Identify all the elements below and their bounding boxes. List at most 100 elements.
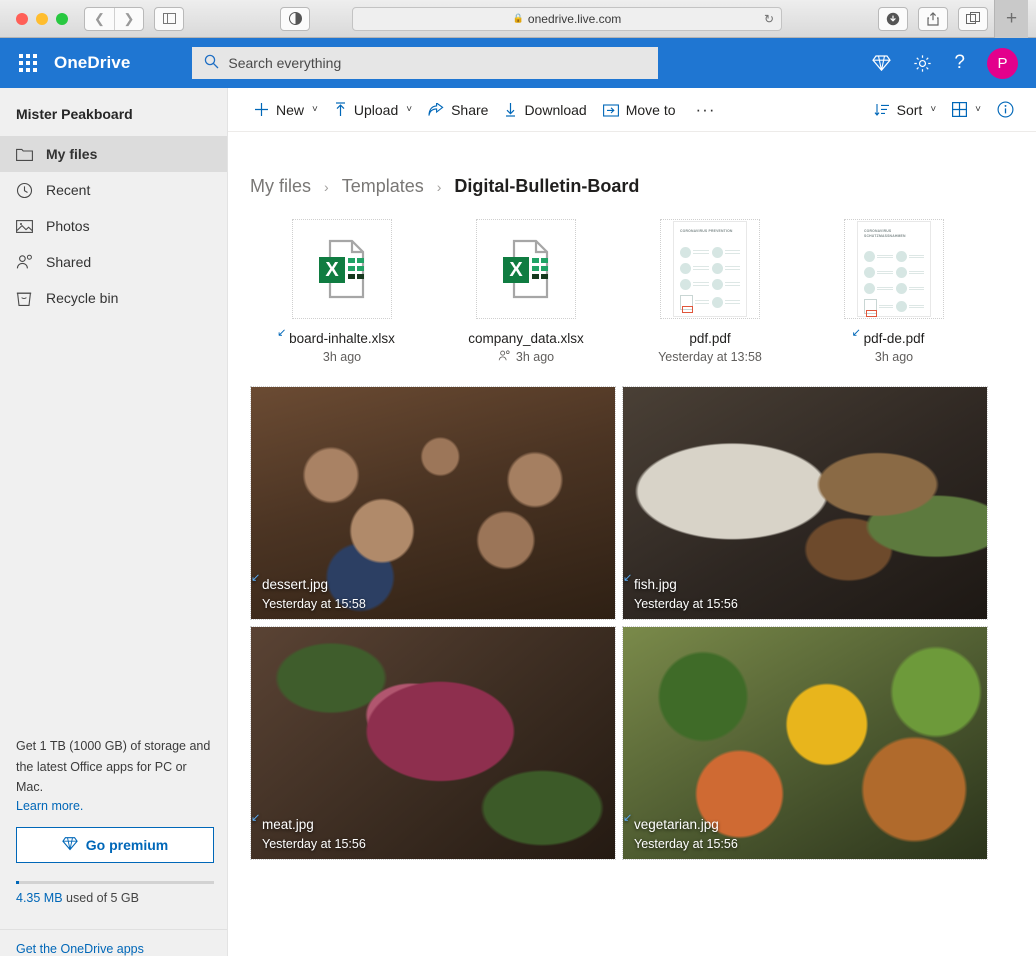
account-name: Mister Peakboard (16, 106, 133, 122)
app-shell: Mister Peakboard My files Recent Photos … (0, 88, 1036, 956)
breadcrumb-item-my-files[interactable]: My files (250, 176, 311, 197)
upload-button[interactable]: Upload ˅ (326, 95, 420, 125)
svg-text:X: X (325, 259, 339, 281)
address-bar-area: 🔒 onedrive.live.com ↻ (184, 6, 868, 31)
image-caption: ↙ meat.jpg Yesterday at 15:56 (251, 812, 366, 851)
image-caption: ↙ vegetarian.jpg Yesterday at 15:56 (623, 812, 738, 851)
pdf-preview-rows (864, 251, 924, 318)
more-commands-button[interactable]: ··· (684, 95, 728, 125)
file-meta: 3h ago (498, 350, 554, 364)
brand-title[interactable]: OneDrive (54, 53, 130, 73)
file-modified-text: Yesterday at 13:58 (658, 350, 762, 364)
help-question-icon[interactable]: ? (954, 52, 965, 74)
sort-label: Sort (896, 101, 923, 118)
file-modified-text: 3h ago (322, 350, 362, 364)
avatar[interactable]: P (987, 47, 1018, 79)
settings-gear-icon[interactable] (913, 54, 932, 73)
learn-more-link[interactable]: Learn more. (16, 799, 83, 813)
premium-diamond-icon (61, 836, 78, 854)
view-switcher-button[interactable]: ˅ (944, 95, 989, 125)
file-tile[interactable]: CORONAVIRUS SCHUTZMASSNAHMEN ↙ pdf-de.pd… (802, 219, 986, 364)
sidebar-item-label: Photos (46, 218, 90, 234)
go-premium-button[interactable]: Go premium (16, 827, 214, 863)
storage-total-text: used of 5 GB (62, 891, 139, 905)
file-name-text: company_data.xlsx (468, 331, 584, 346)
sort-button[interactable]: Sort ˅ (866, 95, 945, 125)
file-meta: 3h ago (875, 350, 913, 364)
window-traffic-lights[interactable] (16, 12, 68, 25)
share-button[interactable]: Share (420, 95, 496, 125)
premium-diamond-icon[interactable] (872, 54, 892, 72)
upload-label: Upload (353, 101, 399, 118)
sidebar-item-label: Recycle bin (46, 290, 119, 306)
breadcrumb-separator: › (324, 178, 329, 195)
tab-overview-icon[interactable] (958, 6, 988, 31)
image-tile[interactable]: ↙ vegetarian.jpg Yesterday at 15:56 (622, 626, 988, 860)
shared-people-icon (498, 350, 511, 364)
file-thumbnail: CORONAVIRUS PREVENTION (660, 219, 760, 319)
file-name-text: pdf-de.pdf (863, 331, 925, 346)
sidebar-item-shared[interactable]: Shared (0, 244, 227, 280)
close-window-button[interactable] (16, 12, 28, 25)
share-icon (428, 102, 444, 117)
breadcrumb-separator: › (436, 178, 442, 195)
minimize-window-button[interactable] (36, 12, 48, 25)
app-launcher-icon[interactable] (12, 47, 44, 79)
pdf-preview: CORONAVIRUS PREVENTION (673, 221, 747, 317)
sidebar-toggle-icon[interactable] (154, 6, 184, 31)
sidebar-item-photos[interactable]: Photos (0, 208, 227, 244)
photo-icon (16, 219, 42, 234)
sync-arrow-icon: ↙ (851, 327, 861, 339)
people-icon (16, 254, 42, 270)
image-tile[interactable]: ↙ dessert.jpg Yesterday at 15:58 (250, 386, 616, 620)
file-tile[interactable]: CORONAVIRUS PREVENTION pdf.pdf Yesterday… (618, 219, 802, 364)
pdf-doc-glyph-icon (864, 299, 877, 318)
sidebar-item-recent[interactable]: Recent (0, 172, 227, 208)
file-name-text: pdf.pdf (689, 331, 731, 346)
image-tile[interactable]: ↙ fish.jpg Yesterday at 15:56 (622, 386, 988, 620)
file-meta: Yesterday at 13:58 (658, 350, 762, 364)
storage-progress-bar (16, 881, 214, 884)
clock-icon (16, 182, 42, 199)
forward-chevron-icon[interactable]: ❯ (114, 7, 143, 30)
reader-contrast-icon[interactable] (280, 6, 310, 31)
chevron-down-icon: ˅ (930, 104, 937, 115)
browser-nav-group[interactable]: ❮ ❯ (84, 6, 144, 31)
info-pane-button[interactable] (989, 95, 1022, 125)
image-tile-grid: ↙ dessert.jpg Yesterday at 15:58 ↙ fish.… (228, 364, 1036, 860)
new-button[interactable]: New ˅ (246, 95, 326, 125)
image-tile[interactable]: ↙ meat.jpg Yesterday at 15:56 (250, 626, 616, 860)
maximize-window-button[interactable] (56, 12, 68, 25)
download-button[interactable]: Download (496, 95, 594, 125)
sidebar-item-recycle-bin[interactable]: Recycle bin (0, 280, 227, 316)
file-tile[interactable]: X company_data.xlsx 3h ago (434, 219, 618, 364)
new-tab-button[interactable]: + (994, 0, 1028, 38)
image-modified-text: Yesterday at 15:56 (634, 597, 738, 611)
file-name: ↙ pdf-de.pdf (852, 327, 925, 346)
sidebar-item-my-files[interactable]: My files (0, 136, 227, 172)
move-to-icon (602, 103, 619, 117)
search-input[interactable]: Search everything (192, 47, 659, 79)
breadcrumb-item-templates[interactable]: Templates (342, 176, 424, 197)
downloads-icon[interactable] (878, 6, 908, 31)
file-name: ↙ board-inhalte.xlsx (277, 327, 395, 346)
image-name-text: meat.jpg (262, 817, 314, 832)
move-to-button[interactable]: Move to (595, 95, 684, 125)
sidebar-item-label: My files (46, 146, 98, 162)
plus-icon (254, 102, 269, 117)
suite-actions: ? P (872, 47, 1024, 79)
back-chevron-icon[interactable]: ❮ (85, 8, 114, 30)
file-tile[interactable]: X ↙ board-inhalte.xlsx 3h ago (250, 219, 434, 364)
image-modified-text: Yesterday at 15:56 (262, 837, 366, 851)
command-bar: New ˅ Upload ˅ Share Download Move to ··… (228, 88, 1036, 132)
sync-arrow-icon: ↙ (251, 572, 261, 584)
browser-toolbar: ❮ ❯ 🔒 onedrive.live.com ↻ + (0, 0, 1036, 38)
reload-icon[interactable]: ↻ (764, 12, 774, 26)
pdf-preview-title: CORONAVIRUS SCHUTZMASSNAHMEN (864, 229, 906, 238)
url-input[interactable]: 🔒 onedrive.live.com ↻ (352, 6, 782, 31)
storage-text: 4.35 MB used of 5 GB (16, 891, 211, 905)
share-icon[interactable] (918, 6, 948, 31)
get-onedrive-apps-link[interactable]: Get the OneDrive apps (0, 929, 227, 956)
chevron-down-icon: ˅ (406, 104, 413, 115)
url-text: onedrive.live.com (527, 11, 622, 26)
